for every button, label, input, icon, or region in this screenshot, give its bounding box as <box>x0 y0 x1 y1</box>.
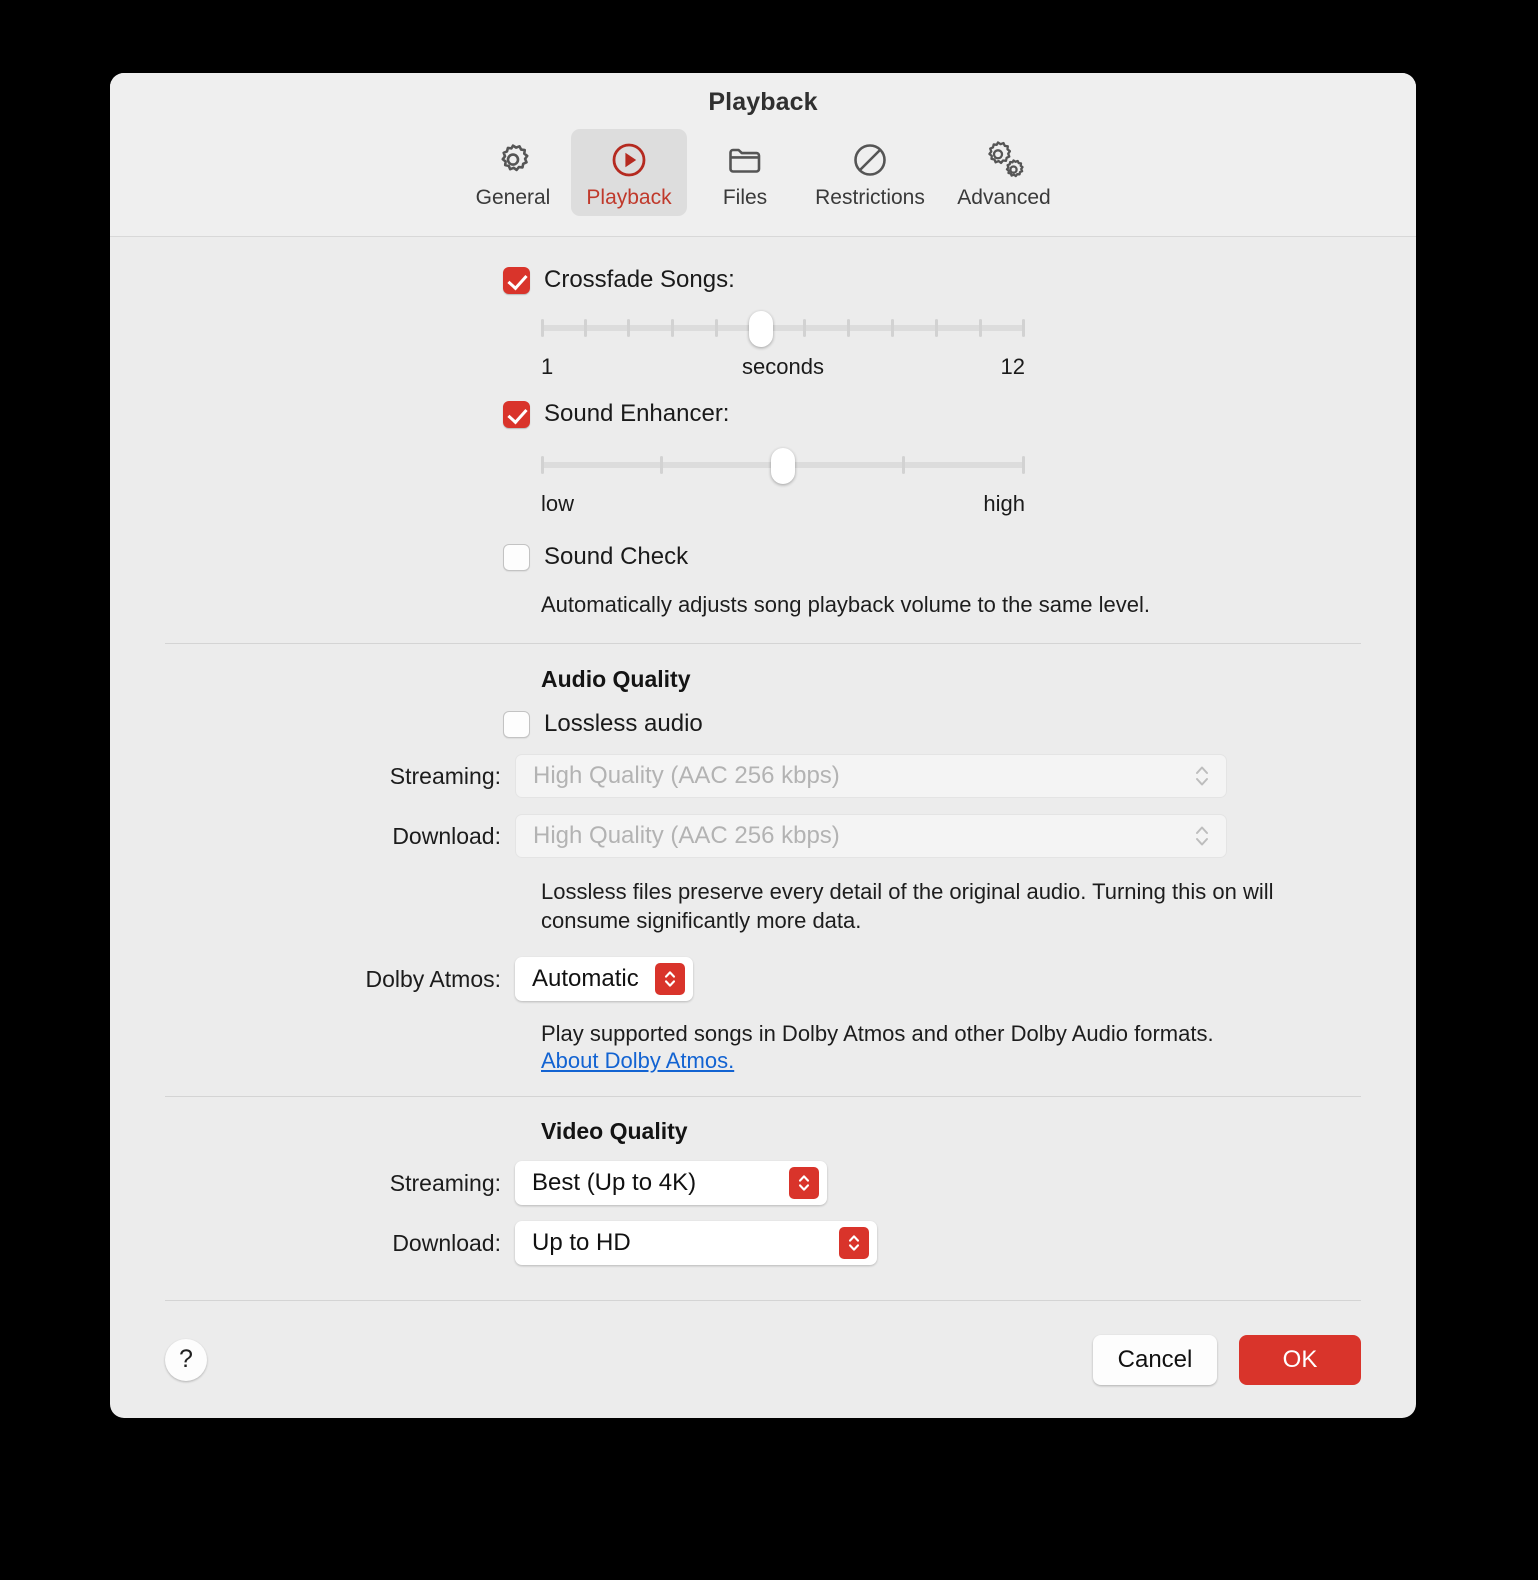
folder-icon <box>725 139 765 181</box>
crossfade-max-label: 12 <box>1000 354 1025 379</box>
tab-files-label: Files <box>722 186 768 209</box>
sound-enhancer-row: Sound Enhancer: <box>110 400 1416 428</box>
lossless-checkbox[interactable] <box>503 710 530 738</box>
sound-enhancer-slider-thumb[interactable] <box>771 448 795 484</box>
sound-check-checkbox[interactable] <box>503 543 530 571</box>
no-entry-icon <box>850 139 890 181</box>
audio-download-value: High Quality (AAC 256 kbps) <box>533 822 840 850</box>
video-streaming-select[interactable]: Best (Up to 4K) <box>515 1161 827 1206</box>
preferences-dialog: Playback General Playback Files Restrict… <box>110 73 1416 1418</box>
dolby-atmos-description-block: Play supported songs in Dolby Atmos and … <box>541 1019 1416 1074</box>
tab-advanced[interactable]: Advanced <box>937 129 1071 216</box>
sound-check-description: Automatically adjusts song playback volu… <box>541 592 1150 617</box>
stepper-icon <box>789 1167 819 1200</box>
crossfade-checkbox[interactable] <box>503 266 530 294</box>
crossfade-min-label: 1 <box>541 354 554 379</box>
crossfade-row: Crossfade Songs: <box>110 266 1416 294</box>
crossfade-label: Crossfade Songs: <box>544 266 735 293</box>
video-streaming-label: Streaming: <box>389 1169 501 1196</box>
lossless-label: Lossless audio <box>544 710 703 738</box>
video-download-select[interactable]: Up to HD <box>515 1221 877 1266</box>
video-quality-heading: Video Quality <box>541 1118 688 1145</box>
chevron-updown-icon <box>1194 763 1210 789</box>
divider-video-quality <box>165 1096 1361 1098</box>
audio-quality-heading: Audio Quality <box>541 666 691 693</box>
cancel-button[interactable]: Cancel <box>1093 1334 1217 1385</box>
dolby-atmos-value: Automatic <box>532 965 639 993</box>
double-gear-icon <box>982 139 1026 181</box>
lossless-description: Lossless files preserve every detail of … <box>541 879 1274 934</box>
dolby-atmos-label: Dolby Atmos: <box>365 965 502 992</box>
tab-playback[interactable]: Playback <box>571 129 687 216</box>
crossfade-slider-thumb[interactable] <box>749 311 773 347</box>
tab-advanced-label: Advanced <box>957 186 1051 209</box>
audio-streaming-select[interactable]: High Quality (AAC 256 kbps) <box>515 754 1227 799</box>
play-circle-icon <box>609 139 649 181</box>
crossfade-slider-track <box>541 325 1025 331</box>
audio-streaming-value: High Quality (AAC 256 kbps) <box>533 762 840 790</box>
dialog-content: Crossfade Songs: 1 seconds 12 Sound Enha… <box>110 237 1416 1300</box>
crossfade-slider[interactable]: 1 seconds 12 <box>541 311 1025 380</box>
dolby-atmos-row: Dolby Atmos: Automatic <box>110 957 1416 1002</box>
video-streaming-row: Streaming: Best (Up to 4K) <box>110 1161 1416 1206</box>
tab-restrictions[interactable]: Restrictions <box>803 129 937 216</box>
sound-enhancer-max-label: high <box>983 491 1025 516</box>
sound-enhancer-slider-captions: low high <box>541 491 1025 517</box>
audio-streaming-row: Streaming: High Quality (AAC 256 kbps) <box>110 754 1416 799</box>
video-download-value: Up to HD <box>532 1229 631 1257</box>
video-download-row: Download: Up to HD <box>110 1221 1416 1266</box>
gear-icon <box>493 139 533 181</box>
dialog-footer: ? Cancel OK <box>165 1300 1361 1418</box>
sound-check-label: Sound Check <box>544 543 689 570</box>
dolby-atmos-description: Play supported songs in Dolby Atmos and … <box>541 1021 1214 1047</box>
tab-general[interactable]: General <box>455 129 571 216</box>
window-title: Playback <box>708 88 818 116</box>
sound-enhancer-label: Sound Enhancer: <box>544 400 730 427</box>
chevron-updown-icon <box>1194 823 1210 849</box>
divider-audio-quality <box>165 643 1361 645</box>
audio-download-select[interactable]: High Quality (AAC 256 kbps) <box>515 814 1227 859</box>
about-dolby-atmos-link[interactable]: About Dolby Atmos. <box>541 1048 734 1073</box>
audio-download-label: Download: <box>392 822 501 849</box>
tab-general-label: General <box>475 186 551 209</box>
audio-download-row: Download: High Quality (AAC 256 kbps) <box>110 814 1416 859</box>
crossfade-slider-captions: 1 seconds 12 <box>541 354 1025 380</box>
dialog-titlebar: Playback General Playback Files Restrict… <box>110 73 1416 237</box>
video-streaming-value: Best (Up to 4K) <box>532 1169 697 1197</box>
crossfade-unit-label: seconds <box>742 354 824 379</box>
sound-enhancer-min-label: low <box>541 491 575 516</box>
video-download-label: Download: <box>392 1229 501 1256</box>
tab-files[interactable]: Files <box>687 129 803 216</box>
ok-button[interactable]: OK <box>1239 1334 1361 1385</box>
tab-playback-label: Playback <box>586 186 672 209</box>
sound-enhancer-slider[interactable]: low high <box>541 448 1025 517</box>
sound-enhancer-checkbox[interactable] <box>503 400 530 428</box>
stepper-icon <box>839 1227 869 1260</box>
lossless-row: Lossless audio <box>110 710 1416 738</box>
help-button[interactable]: ? <box>165 1338 207 1381</box>
audio-streaming-label: Streaming: <box>389 762 501 789</box>
sound-check-row: Sound Check <box>110 543 1416 571</box>
tab-restrictions-label: Restrictions <box>815 186 925 209</box>
stepper-icon <box>654 963 685 996</box>
dolby-atmos-select[interactable]: Automatic <box>515 957 693 1002</box>
toolbar-tabs: General Playback Files Restrictions Adva… <box>455 129 1071 216</box>
